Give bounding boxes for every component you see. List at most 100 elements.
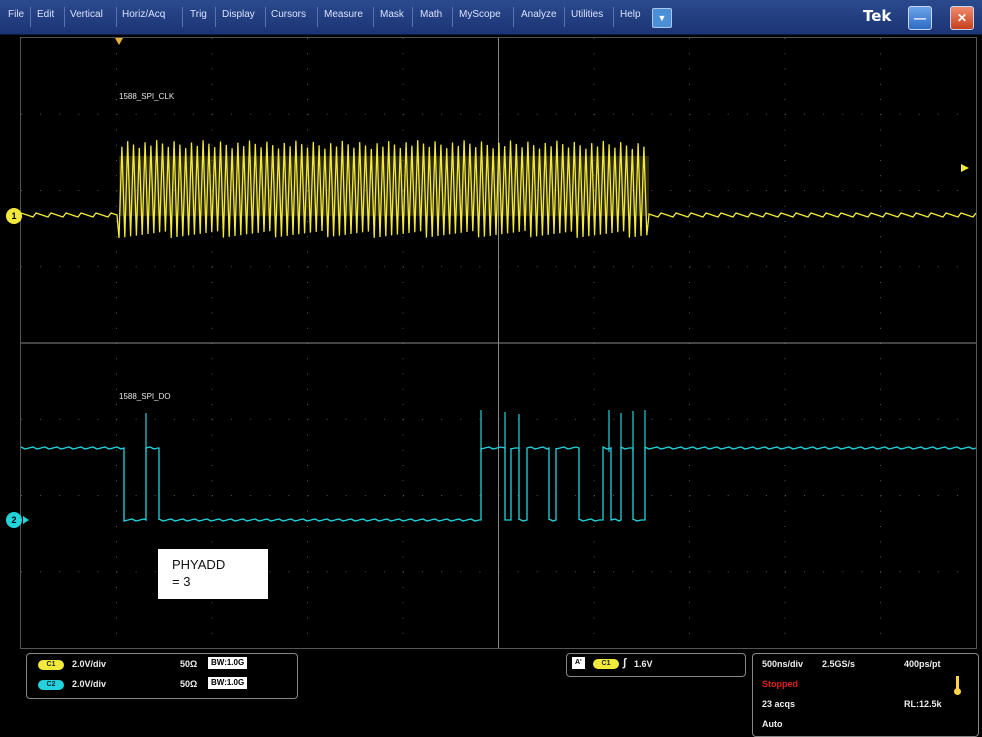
menu-analyze[interactable]: Analyze <box>521 9 557 20</box>
grid-dot <box>307 495 309 496</box>
grid-dot <box>402 358 404 360</box>
grid-dot <box>116 358 117 360</box>
grid-dot <box>307 404 308 405</box>
grid-dot <box>78 571 80 573</box>
grid-dot <box>422 495 424 496</box>
menu-math[interactable]: Math <box>420 9 442 20</box>
grid-dot <box>689 617 690 619</box>
grid-dot <box>288 418 290 420</box>
grid-dot <box>593 251 595 253</box>
grid-dot <box>784 587 786 588</box>
grid-dot <box>307 418 309 420</box>
brand-logo: Tek <box>863 7 892 25</box>
grid-dot <box>116 480 117 482</box>
grid-dot <box>154 418 156 420</box>
close-button[interactable]: ✕ <box>950 6 974 30</box>
grid-dot <box>402 68 404 70</box>
ch1-ground-marker[interactable]: 1 <box>6 208 22 224</box>
channel-readout-panel[interactable] <box>26 653 298 699</box>
grid-dot <box>594 418 595 420</box>
grid-dot <box>613 418 615 420</box>
grid-dot <box>307 266 309 268</box>
grid-dot <box>307 587 308 588</box>
grid-dot <box>173 113 175 115</box>
grid-dot <box>746 113 748 115</box>
grid-dot <box>116 53 117 55</box>
grid-dot <box>555 113 557 115</box>
grid-dot <box>689 556 690 558</box>
grid-dot <box>536 418 538 420</box>
grid-dot <box>689 221 690 222</box>
rising-edge-icon: ∫ <box>623 657 627 669</box>
grid-dot <box>593 526 595 527</box>
grid-dot <box>956 266 958 268</box>
ch1-badge[interactable]: C1 <box>38 660 64 670</box>
grid-dot <box>116 495 118 496</box>
grid-dot <box>307 449 308 451</box>
trigger-mode-badge: A' <box>572 657 585 669</box>
grid-dot <box>784 236 786 238</box>
grid-dot <box>861 418 863 420</box>
grid-dot <box>383 571 385 573</box>
menu-myscope[interactable]: MyScope <box>459 9 501 20</box>
menu-utilities[interactable]: Utilities <box>571 9 603 20</box>
grid-dot <box>613 113 615 115</box>
grid-dot <box>231 113 233 115</box>
grid-dot <box>956 571 958 573</box>
annotation-line-1: PHYADD <box>172 557 226 572</box>
grid-dot <box>861 190 863 191</box>
menu-display[interactable]: Display <box>222 9 255 20</box>
menu-help[interactable]: Help <box>620 9 641 20</box>
ch2-badge[interactable]: C2 <box>38 680 64 690</box>
grid-dot <box>40 418 42 420</box>
grid-dot <box>307 526 308 527</box>
ch2-ground-marker[interactable]: 2 <box>6 512 22 528</box>
menu-cursors[interactable]: Cursors <box>271 9 306 20</box>
grid-dot <box>307 327 308 329</box>
grid-dot <box>784 388 786 390</box>
menu-separator <box>30 7 31 27</box>
grid-dot <box>880 129 881 131</box>
grid-dot <box>402 587 404 588</box>
trigger-source-badge: C1 <box>593 659 619 669</box>
minimize-button[interactable]: — <box>908 6 932 30</box>
grid-dot <box>880 190 882 191</box>
menu-measure[interactable]: Measure <box>324 9 363 20</box>
grid-dot <box>402 449 404 451</box>
grid-dot <box>632 266 634 268</box>
grid-dot <box>212 113 213 115</box>
grid-dot <box>880 404 881 405</box>
menu-horiz-acq[interactable]: Horiz/Acq <box>122 9 165 20</box>
grid-dot <box>345 571 347 573</box>
grid-dot <box>842 571 844 573</box>
grid-dot <box>593 541 595 543</box>
grid-dot <box>269 495 271 496</box>
grid-dot <box>460 418 462 420</box>
grid-dot <box>116 144 117 146</box>
ch1-bandwidth: BW:1.0G <box>208 657 248 669</box>
menu-mask[interactable]: Mask <box>380 9 404 20</box>
grid-dot <box>594 571 595 573</box>
grid-dot <box>937 571 939 573</box>
grid-dot <box>880 38 881 39</box>
grid-dot <box>880 388 881 390</box>
grid-dot <box>784 83 786 85</box>
grid-dot <box>403 495 404 496</box>
grid-dot <box>880 144 881 146</box>
menu-vertical[interactable]: Vertical <box>70 9 103 20</box>
menu-edit[interactable]: Edit <box>37 9 54 20</box>
grid-dot <box>784 144 786 146</box>
grid-dot <box>211 404 213 405</box>
grid-dot <box>288 266 290 268</box>
grid-dot <box>116 297 117 299</box>
menu-file[interactable]: File <box>8 9 24 20</box>
chevron-down-icon[interactable]: ▼ <box>652 8 672 28</box>
grid-dot <box>403 266 404 268</box>
grid-dot <box>613 266 615 268</box>
grid-dot <box>40 495 42 496</box>
grid-dot <box>479 495 481 496</box>
grid-dot <box>937 113 939 115</box>
grid-dot <box>211 480 213 482</box>
menu-trig[interactable]: Trig <box>190 9 207 20</box>
grid-dot <box>555 266 557 268</box>
